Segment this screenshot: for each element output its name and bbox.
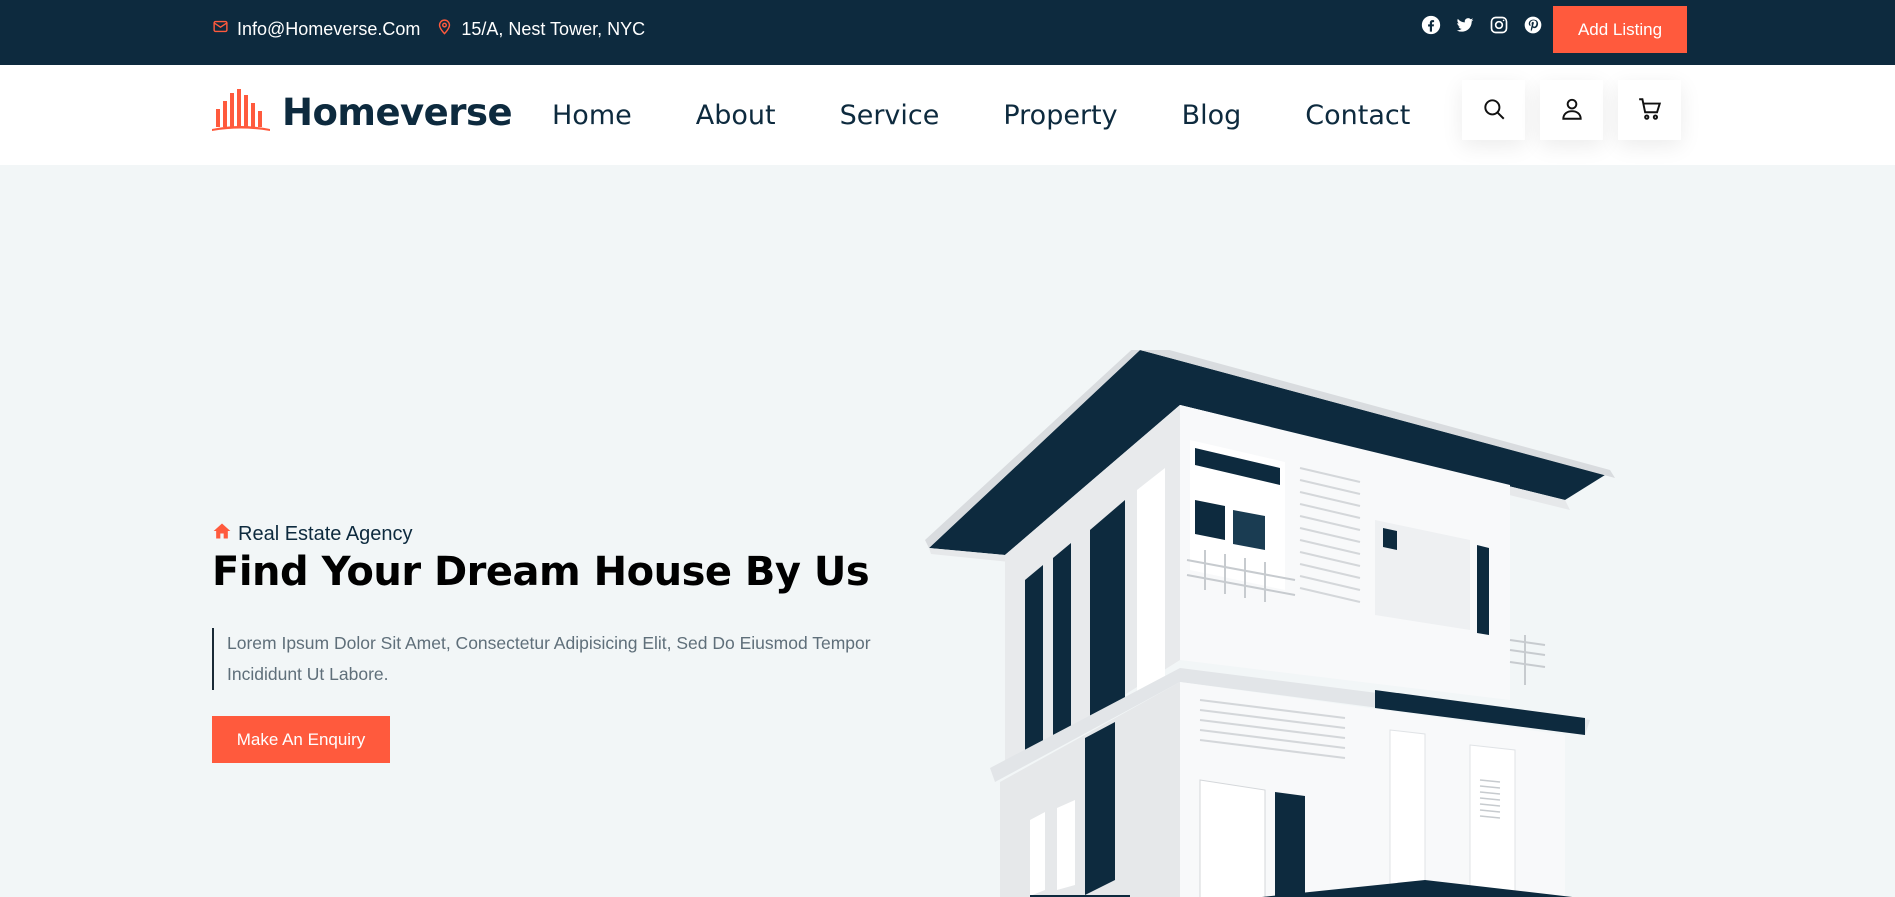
add-listing-button[interactable]: Add Listing xyxy=(1553,6,1687,53)
instagram-icon[interactable] xyxy=(1488,14,1510,36)
facebook-icon[interactable] xyxy=(1420,14,1442,36)
top-bar: Info@Homeverse.Com 15/A, Nest Tower, NYC… xyxy=(0,0,1895,65)
main-header: Homeverse Home About Service Property Bl… xyxy=(0,65,1895,165)
nav-item-contact[interactable]: Contact xyxy=(1305,100,1410,131)
home-icon xyxy=(212,521,232,547)
hero-description: Lorem Ipsum Dolor Sit Amet, Consectetur … xyxy=(212,628,902,690)
hero-subtitle-text: Real Estate Agency xyxy=(238,522,413,545)
search-button[interactable] xyxy=(1462,80,1525,140)
cart-icon xyxy=(1637,96,1663,125)
logo[interactable]: Homeverse xyxy=(212,87,513,138)
mail-icon xyxy=(212,18,229,40)
house-illustration xyxy=(925,350,1615,897)
logo-icon xyxy=(212,87,270,138)
nav-item-blog[interactable]: Blog xyxy=(1182,100,1242,131)
logo-text: Homeverse xyxy=(282,91,513,134)
nav-item-property[interactable]: Property xyxy=(1003,100,1117,131)
hero-subtitle: Real Estate Agency xyxy=(212,521,413,547)
profile-button[interactable] xyxy=(1540,80,1603,140)
twitter-icon[interactable] xyxy=(1454,14,1476,36)
email-link[interactable]: Info@Homeverse.Com xyxy=(212,18,420,40)
hero-section: Real Estate Agency Find Your Dream House… xyxy=(0,165,1895,897)
location-pin-icon xyxy=(436,18,453,40)
user-icon xyxy=(1559,96,1585,125)
make-enquiry-button[interactable]: Make An Enquiry xyxy=(212,716,390,763)
cart-button[interactable] xyxy=(1618,80,1681,140)
header-actions xyxy=(1462,80,1681,140)
search-icon xyxy=(1481,96,1507,125)
main-nav: Home About Service Property Blog Contact xyxy=(552,65,1474,165)
address-text: 15/A, Nest Tower, NYC xyxy=(461,18,646,39)
nav-item-service[interactable]: Service xyxy=(840,100,940,131)
nav-item-about[interactable]: About xyxy=(696,100,776,131)
contact-info: Info@Homeverse.Com 15/A, Nest Tower, NYC xyxy=(212,0,645,58)
email-text: Info@Homeverse.Com xyxy=(237,18,421,39)
social-links xyxy=(1420,14,1544,36)
nav-item-home[interactable]: Home xyxy=(552,100,632,131)
pinterest-icon[interactable] xyxy=(1522,14,1544,36)
hero-title: Find Your Dream House By Us xyxy=(212,549,870,595)
address-link[interactable]: 15/A, Nest Tower, NYC xyxy=(436,18,645,40)
